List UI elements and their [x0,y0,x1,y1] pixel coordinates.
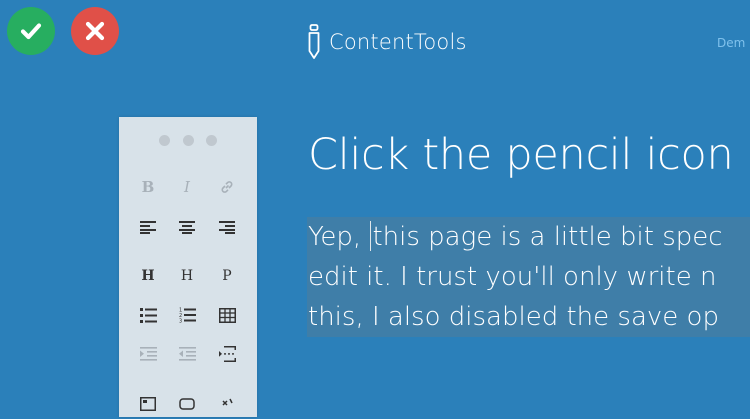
bullet-list-icon [139,307,157,323]
link-icon [221,181,233,193]
align-right-tool[interactable] [212,212,242,242]
table-tool[interactable] [212,300,242,330]
outdent-icon [178,347,196,361]
image-icon [140,397,156,411]
align-center-icon [179,221,195,234]
confirm-button[interactable] [7,7,55,55]
video-tool[interactable] [172,389,202,419]
align-left-icon [140,221,156,234]
selected-paragraph[interactable]: Yep, this page is a little bit spec edit… [307,217,750,337]
paragraph-line: Yep, this page is a little bit spec [308,221,723,252]
line-break-icon [218,346,236,362]
link-tool[interactable] [212,172,242,202]
paragraph-line: edit it. I trust you'll only write n [308,262,717,292]
heading-tool[interactable]: H [133,261,163,291]
toolbox-drag-handle[interactable] [119,135,257,147]
page-heading[interactable]: Click the pencil icon [308,130,734,180]
cancel-button[interactable] [71,7,119,55]
table-icon [218,307,236,323]
unordered-list-tool[interactable] [133,300,163,330]
code-icon [222,398,233,406]
paragraph-line: this, I also disabled the save op [308,302,719,332]
app-name: ContentTools [329,30,467,54]
grip-dot [206,135,217,146]
app-logo[interactable]: ContentTools [307,24,467,60]
grip-dot [159,135,170,146]
numbered-list-icon: 1 2 3 [179,308,196,324]
check-icon [20,23,42,40]
unindent-tool[interactable] [172,339,202,369]
ordered-list-tool[interactable]: 1 2 3 [172,300,202,330]
italic-tool[interactable]: I [172,172,202,202]
paragraph-tool[interactable]: P [212,261,242,291]
svg-text:3: 3 [179,319,182,324]
preformatted-tool[interactable] [212,389,242,419]
close-icon [85,21,105,41]
toolbox-panel: B I H H P 1 2 3 [119,117,257,417]
grip-dot [183,135,194,146]
indent-icon [139,347,157,361]
subheading-tool[interactable]: H [172,261,202,291]
line-break-tool[interactable] [212,339,242,369]
align-right-icon [219,221,235,234]
pencil-icon [308,24,320,59]
align-left-tool[interactable] [133,212,163,242]
indent-tool[interactable] [133,339,163,369]
align-center-tool[interactable] [172,212,202,242]
nav-link-demo[interactable]: Dem [717,36,745,50]
video-icon [179,398,195,410]
image-tool[interactable] [133,389,163,419]
bold-tool[interactable]: B [133,172,163,202]
